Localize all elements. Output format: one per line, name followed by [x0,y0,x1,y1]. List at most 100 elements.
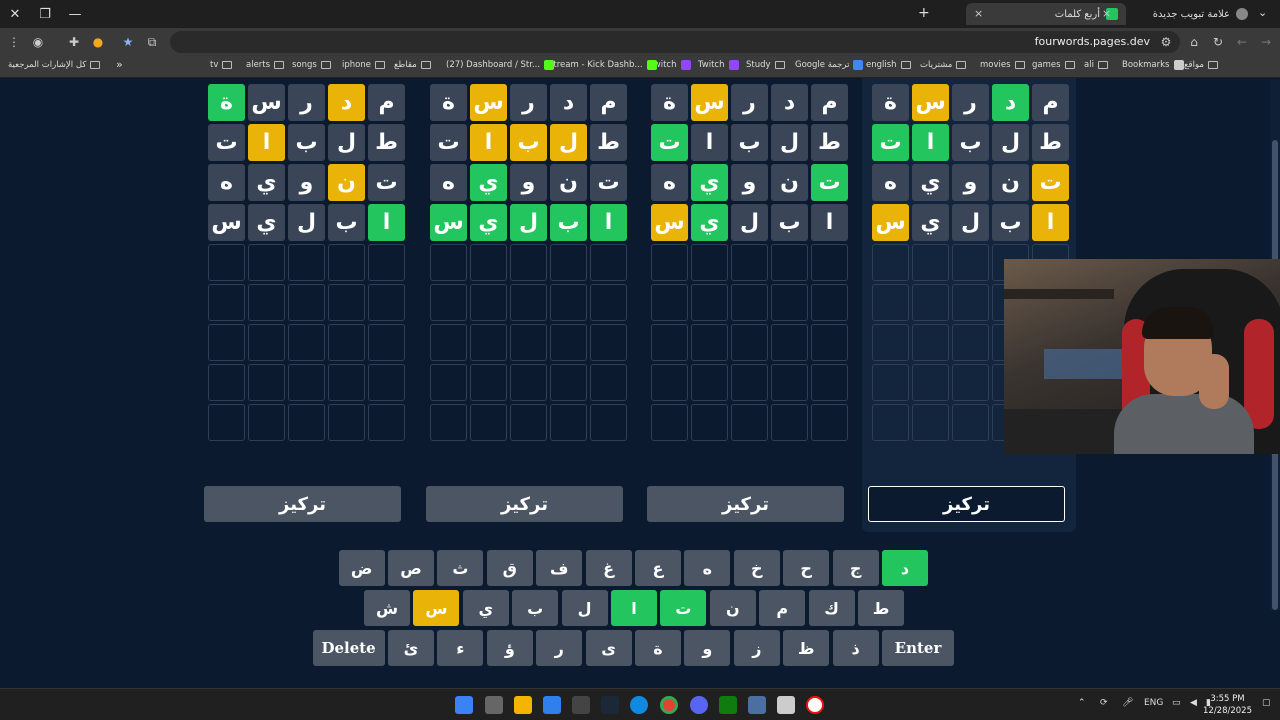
letter-key[interactable]: ت [660,590,707,626]
forward-icon[interactable]: ← [1234,34,1250,50]
close-window-icon[interactable]: ✕ [0,0,30,28]
bookmark-item[interactable]: tv [210,60,233,70]
address-bar[interactable]: ★ ⧉ fourwords.pages.dev ⚙ [123,31,1180,53]
bookmark-item[interactable]: Bookmarks [1122,60,1184,70]
edge-icon[interactable] [630,696,648,714]
site-info-icon[interactable]: ⚙ [1158,34,1174,50]
windows-start-icon[interactable] [455,696,473,714]
letter-key[interactable]: ط [858,590,904,626]
letter-key[interactable]: ى [585,630,632,666]
letter-key[interactable]: ئ [388,630,434,666]
bookmark-item[interactable]: movies [980,60,1025,70]
letter-key[interactable]: ج [832,550,879,586]
tab-close-icon[interactable]: × [1102,7,1111,20]
bookmarks-overflow[interactable]: » [116,58,123,71]
letter-key[interactable]: ث [437,550,484,586]
letter-key[interactable]: ح [783,550,830,586]
minimize-window-icon[interactable]: — [60,0,90,28]
word-board[interactable]: مدرسةطلباتتنويهابليس [427,84,627,441]
letter-key[interactable]: ش [364,590,410,626]
back-icon[interactable]: → [1258,34,1274,50]
tray-overflow-icon[interactable]: ⌃ [1078,698,1086,708]
bookmark-item[interactable]: (27) Dashboard / Str... [446,60,555,70]
letter-key[interactable]: ة [635,630,681,666]
bookmark-star-icon[interactable]: ★ [120,34,136,50]
share-icon[interactable]: ⧉ [144,34,160,50]
bookmark-item[interactable]: مواقع [1184,60,1218,70]
bookmark-item[interactable]: iphone [342,60,385,70]
letter-key[interactable]: و [684,630,731,666]
bookmark-item[interactable]: english [866,60,911,70]
letter-key[interactable]: م [759,590,806,626]
restore-window-icon[interactable]: ❐ [30,0,60,28]
tab-search-icon[interactable]: ⌄ [1258,6,1276,22]
bookmark-item[interactable]: games [1032,60,1075,70]
letter-key[interactable]: ن [709,590,756,626]
network-icon[interactable]: ⟳ [1100,698,1108,708]
url-text[interactable]: fourwords.pages.dev [1035,35,1150,48]
letter-key[interactable]: ق [486,550,533,586]
app-icon[interactable] [806,696,824,714]
word-board[interactable]: مدرسةطلباتتنويهابليس [648,84,848,441]
mic-icon[interactable]: 🎤︎ [1122,698,1133,708]
taskbar-clock[interactable]: 3:55 PM 12/28/2025 [1203,693,1252,717]
tab-close-icon[interactable]: × [974,7,983,20]
extensions-icon[interactable]: ✚ [66,34,82,50]
delete-key[interactable]: Delete [312,630,385,666]
bookmark-item[interactable]: Stream - Kick Dashb... [548,60,657,70]
letter-key[interactable]: ؤ [486,630,533,666]
letter-key[interactable]: ء [437,630,484,666]
profile-icon[interactable]: ◉ [30,34,46,50]
language-indicator[interactable]: ENG [1144,698,1163,708]
app-icon[interactable] [777,696,795,714]
letter-key[interactable]: ض [338,550,385,586]
xbox-icon[interactable] [719,696,737,714]
letter-key[interactable]: ه [684,550,731,586]
menu-dots-icon[interactable]: ⋮ [6,34,22,50]
notification-icon[interactable]: ▢ [1262,698,1271,708]
app-icon[interactable] [748,696,766,714]
bookmark-item[interactable]: songs [292,60,331,70]
focus-button[interactable]: تركيز [204,486,401,522]
enter-key[interactable]: Enter [882,630,954,666]
letter-key[interactable]: ع [635,550,681,586]
letter-key[interactable]: ب [512,590,559,626]
tab-new[interactable]: × علامة تبويب جديدة [1102,3,1256,25]
bookmark-item[interactable]: ali [1084,60,1108,70]
letter-key[interactable]: ا [611,590,657,626]
all-bookmarks[interactable]: كل الإشارات المرجعية [8,60,101,70]
volume-icon[interactable]: ◀ [1190,698,1197,708]
letter-key[interactable]: خ [733,550,780,586]
bookmark-item[interactable]: Google ترجمة [795,60,864,70]
focus-button[interactable]: تركيز [426,486,623,522]
letter-key[interactable]: غ [585,550,632,586]
focus-button[interactable]: تركيز [647,486,844,522]
steam-icon[interactable] [601,696,619,714]
bookmark-item[interactable]: مقاطع [394,60,431,70]
extension-icon[interactable]: ● [90,34,106,50]
letter-key[interactable]: ف [536,550,583,586]
new-tab-button[interactable]: + [918,5,930,21]
home-icon[interactable]: ⌂ [1186,34,1202,50]
bookmark-item[interactable]: مشتريات [920,60,967,70]
letter-key[interactable]: س [413,590,460,626]
chrome-icon[interactable] [660,696,678,714]
letter-key[interactable]: ز [733,630,780,666]
letter-key[interactable]: ظ [783,630,830,666]
focus-button[interactable]: تركيز [868,486,1065,522]
letter-key[interactable]: ص [388,550,434,586]
letter-key[interactable]: ل [561,590,608,626]
file-explorer-icon[interactable] [514,696,532,714]
reload-icon[interactable]: ↻ [1210,34,1226,50]
bookmark-item[interactable]: alerts [246,60,285,70]
bookmark-item[interactable]: Study [746,60,785,70]
bookmark-item[interactable]: Twitch [698,60,739,70]
letter-key[interactable]: ر [536,630,583,666]
wifi-icon[interactable]: ▭ [1172,698,1181,708]
task-view-icon[interactable] [485,696,503,714]
letter-key[interactable]: د [882,550,928,586]
store-icon[interactable] [543,696,561,714]
letter-key[interactable]: ي [462,590,509,626]
word-board[interactable]: مدرسةطلباتتنويهابليس [205,84,405,441]
letter-key[interactable]: ك [808,590,855,626]
